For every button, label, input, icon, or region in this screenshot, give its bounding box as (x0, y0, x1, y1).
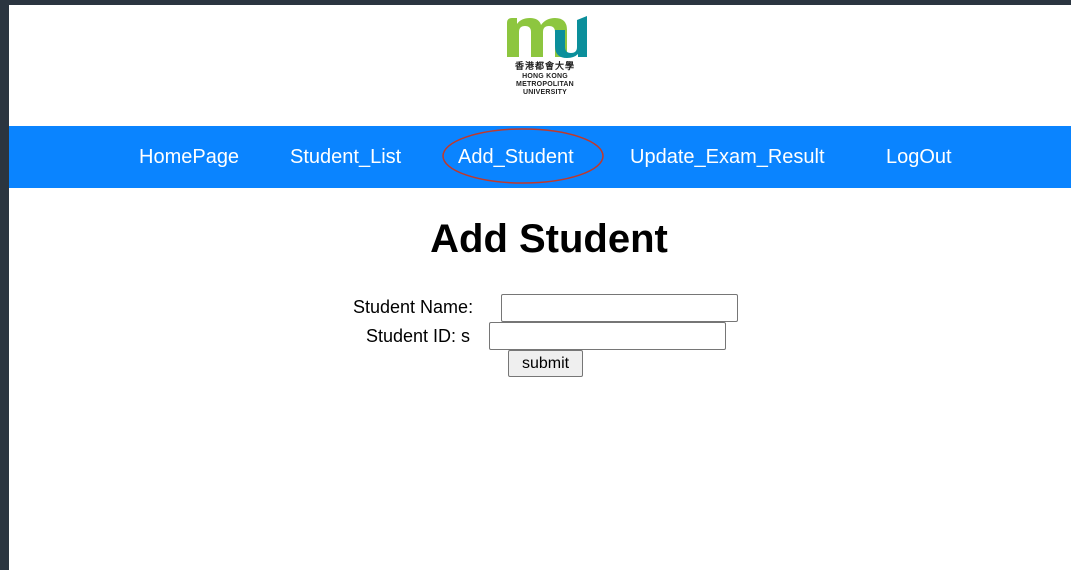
logo-english-line-2: METROPOLITAN (516, 81, 574, 88)
logo-english-line-1: HONG KONG (522, 73, 568, 80)
nav-student-list[interactable]: Student_List (290, 146, 401, 168)
student-name-input[interactable] (501, 294, 738, 322)
student-name-label: Student Name: (353, 297, 474, 317)
logo-chinese-name: 香港都會大學 (514, 62, 575, 72)
student-id-input[interactable] (489, 322, 726, 350)
navbar: HomePage Student_List Add_Student Update… (9, 126, 1071, 188)
page-title: Add Student (430, 217, 668, 261)
highlight-ellipse (442, 128, 604, 184)
logo-english-line-3: UNIVERSITY (522, 89, 567, 96)
submit-button[interactable]: submit (508, 350, 583, 377)
nav-homepage[interactable]: HomePage (139, 146, 239, 168)
nav-logout[interactable]: LogOut (886, 146, 952, 168)
logo-mu-mark (507, 16, 587, 58)
university-logo: 香港都會大學 HONG KONG METROPOLITAN UNIVERSITY (9, 5, 1071, 126)
page: 香港都會大學 HONG KONG METROPOLITAN UNIVERSITY… (9, 5, 1071, 570)
nav-update-exam-result[interactable]: Update_Exam_Result (630, 146, 825, 168)
student-id-label: Student ID: s (366, 326, 471, 346)
